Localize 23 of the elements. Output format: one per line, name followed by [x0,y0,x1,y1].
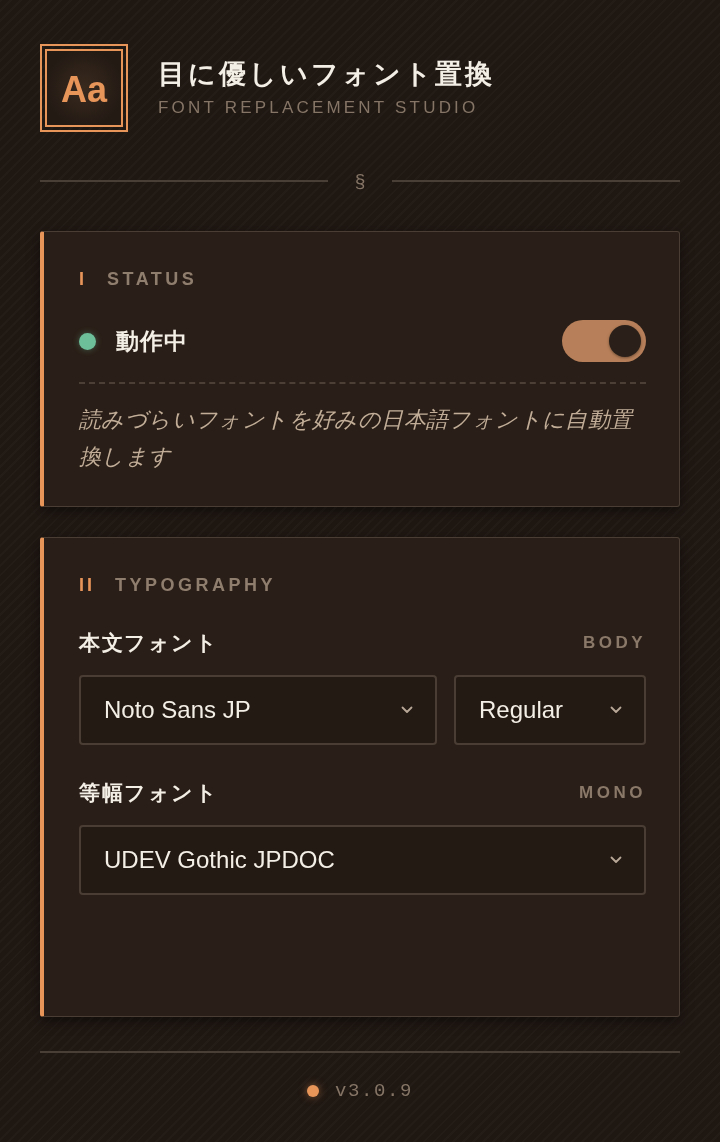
app-title: 目に優しいフォント置換 [158,58,495,91]
app-subtitle: FONT REPLACEMENT STUDIO [158,97,480,119]
version-label: v3.0.9 [335,1079,413,1103]
font-select[interactable]: Noto Sans JP [79,675,437,745]
panel-heading: TYPOGRAPHY [115,574,277,596]
font-select[interactable]: UDEV Gothic JPDOC [79,825,646,895]
field-label: 等幅フォント [79,780,218,806]
section-numeral: II [79,574,95,596]
logo: Aa [40,44,128,132]
field-tag: BODY [582,633,646,653]
section-numeral: I [79,268,87,290]
chevron-down-icon [401,706,413,714]
weight-select[interactable]: Regular [454,675,646,745]
chevron-down-icon [610,706,622,714]
field-label: 本文フォント [79,630,218,656]
section-sign: § [353,171,367,191]
field-tag: MONO [579,783,646,803]
description: 読みづらいフォントを好みの日本語フォントに自動置換します [79,406,635,471]
dot-icon [307,1085,319,1097]
chevron-down-icon [610,856,622,864]
panel-heading: STATUS [107,268,198,290]
enable-toggle[interactable] [562,320,646,362]
status-label: 動作中 [116,326,188,356]
